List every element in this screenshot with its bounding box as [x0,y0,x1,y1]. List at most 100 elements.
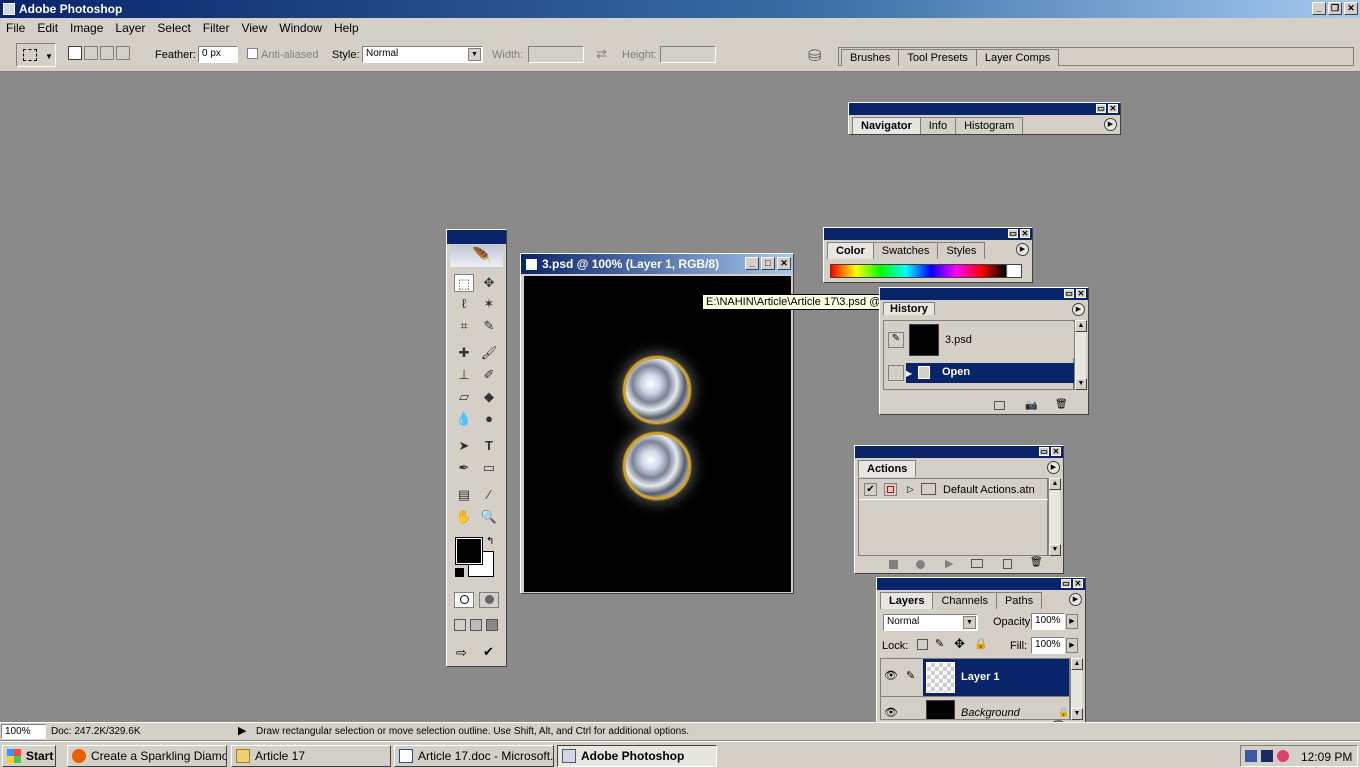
style-select[interactable]: Normal ▼ [362,46,483,63]
toolbox-title-bar[interactable] [447,230,506,244]
status-menu-arrow-icon[interactable]: ▶ [238,724,246,737]
image-canvas[interactable] [524,276,791,592]
menu-filter[interactable]: Filter [197,21,236,35]
scroll-down-icon[interactable]: ▼ [1075,378,1087,390]
paint-bucket-tool-icon[interactable]: ◆ [479,388,499,406]
scroll-down-icon[interactable]: ▼ [1049,544,1061,556]
feather-input[interactable]: 0 px [198,46,238,63]
blend-mode-select[interactable]: Normal ▼ [883,614,978,631]
palette-menu-icon[interactable]: ▶ [1047,461,1060,474]
expand-triangle-icon[interactable]: ▷ [907,484,914,495]
lasso-tool-icon[interactable]: ℓ [454,295,474,313]
full-screen-icon[interactable] [486,619,498,631]
clone-stamp-tool-icon[interactable]: ⊥ [454,366,474,384]
menu-image[interactable]: Image [64,21,109,35]
new-set-icon[interactable] [971,559,983,568]
document-title-bar[interactable]: 3.psd @ 100% (Layer 1, RGB/8) _ □ ✕ [521,254,793,274]
brush-tool-icon[interactable]: 🖌 [479,344,499,362]
new-selection-icon[interactable] [68,46,82,60]
action-set-row[interactable]: ✔ ▷ Default Actions.atn [859,480,1048,500]
color-ramp[interactable] [830,264,1022,278]
history-brush-tool-icon[interactable]: ✐ [479,366,499,384]
quick-mask-mode-icon[interactable] [479,592,499,608]
type-tool-icon[interactable]: T [479,437,499,455]
history-state-checkbox[interactable] [888,365,904,381]
rectangular-marquee-tool-icon[interactable]: ⬚ [454,274,474,292]
tab-styles[interactable]: Styles [937,242,986,259]
anti-aliased-checkbox[interactable] [247,48,258,59]
tab-color[interactable]: Color [827,242,874,259]
opacity-input[interactable]: 100% [1031,613,1065,630]
palette-well-icon[interactable]: ⛁ [808,46,821,66]
tab-layers[interactable]: Layers [880,592,934,609]
minimize-icon[interactable]: ▭ [1061,579,1071,588]
rectangle-tool-icon[interactable]: ▭ [479,459,499,477]
pen-tool-icon[interactable]: ✒ [454,459,474,477]
toggle-dialog-icon[interactable] [884,483,897,496]
new-document-from-state-icon[interactable] [994,401,1005,410]
swap-colors-icon[interactable]: ↰ [486,536,494,547]
add-to-selection-icon[interactable] [84,46,98,60]
minimize-icon[interactable]: ▭ [1008,229,1018,238]
doc-close-button[interactable]: ✕ [777,257,791,270]
menu-window[interactable]: Window [273,21,328,35]
jump-to-imageready-icon[interactable]: ⇨ [456,645,467,661]
fill-slider-arrow-icon[interactable]: ▶ [1066,638,1078,653]
layers-scrollbar[interactable]: ▲ ▼ [1070,658,1083,720]
doc-maximize-button[interactable]: □ [761,257,775,270]
tray-icon-1[interactable] [1245,750,1257,762]
lock-transparency-icon[interactable] [917,639,928,650]
eyedropper-tool-icon[interactable]: ⁄ [479,486,499,504]
menu-select[interactable]: Select [151,21,196,35]
palette-menu-icon[interactable]: ▶ [1104,118,1117,131]
restore-button[interactable]: ❐ [1328,2,1342,15]
dodge-tool-icon[interactable]: ● [479,410,499,428]
tab-brushes[interactable]: Brushes [841,49,900,66]
tool-preset-picker[interactable]: ▼ [16,43,56,67]
foreground-color-swatch[interactable] [455,537,483,565]
close-icon[interactable]: ✕ [1073,579,1083,588]
trash-icon[interactable]: 🗑 [1055,399,1068,410]
eye-visibility-icon[interactable]: 👁 [884,669,898,682]
tab-tool-presets[interactable]: Tool Presets [898,49,977,66]
palette-menu-icon[interactable]: ▶ [1072,303,1085,316]
new-action-icon[interactable] [1003,559,1012,569]
opacity-slider-arrow-icon[interactable]: ▶ [1066,614,1078,629]
tab-layer-comps[interactable]: Layer Comps [975,49,1060,66]
close-icon[interactable]: ✕ [1020,229,1030,238]
history-state-row[interactable]: Open [906,363,1075,383]
task-explorer[interactable]: Article 17 [231,745,391,767]
trash-icon[interactable]: 🗑 [1030,557,1043,568]
tray-icon-2[interactable] [1261,750,1273,762]
new-snapshot-icon[interactable]: 📷 [1025,400,1037,411]
layer-1-selected[interactable]: Layer 1 [923,659,1069,696]
tab-swatches[interactable]: Swatches [872,242,939,259]
path-selection-tool-icon[interactable]: ➤ [454,437,474,455]
zoom-tool-icon[interactable]: 🔍 [479,508,499,526]
close-icon[interactable]: ✕ [1076,289,1086,298]
minimize-icon[interactable]: ▭ [1064,289,1074,298]
notes-tool-icon[interactable]: ▤ [454,486,474,504]
stop-icon[interactable] [889,560,898,569]
menu-view[interactable]: View [235,21,273,35]
eye-visibility-icon[interactable]: 👁 [884,706,898,719]
blur-tool-icon[interactable]: 💧 [454,410,474,428]
start-button[interactable]: Start [2,745,56,767]
play-icon[interactable]: ▶ [945,557,953,570]
tab-paths[interactable]: Paths [995,592,1043,609]
tab-channels[interactable]: Channels [932,592,997,609]
tab-navigator[interactable]: Navigator [852,117,921,134]
palette-title-bar[interactable]: ▭ ✕ [849,103,1120,115]
standard-mode-icon[interactable] [454,592,474,608]
healing-brush-tool-icon[interactable]: ✚ [454,344,474,362]
lock-image-icon[interactable]: ✎ [935,637,944,650]
crop-tool-icon[interactable]: ⌗ [454,317,474,335]
subtract-selection-icon[interactable] [100,46,114,60]
minimize-icon[interactable]: ▭ [1039,447,1049,456]
chevron-down-icon[interactable]: ▼ [963,616,976,629]
tray-icon-3[interactable] [1277,750,1289,762]
task-photoshop[interactable]: Adobe Photoshop [557,745,717,767]
brush-link-icon[interactable]: ✎ [906,669,915,682]
menu-layer[interactable]: Layer [109,21,151,35]
lock-all-icon[interactable]: 🔒 [974,637,988,650]
